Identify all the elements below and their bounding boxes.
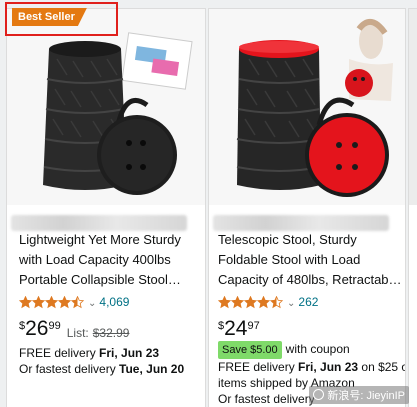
rating-count[interactable]: 262 [298, 295, 318, 309]
delivery-prefix: FREE delivery [218, 360, 299, 374]
rating-count[interactable]: 4,069 [99, 295, 129, 309]
list-price: $32.99 [92, 326, 130, 340]
delivery-date: Fri, Jun 23 [99, 346, 160, 360]
product-title-line-3[interactable]: Portable Collapsible Stool… [19, 271, 199, 289]
list-price-label: List: [66, 326, 89, 340]
telescopic-stool-image [236, 19, 393, 197]
product-title-line-2[interactable]: with Load Capacity 400lbs [19, 251, 199, 269]
chevron-down-icon: ⌄ [88, 298, 97, 309]
price-whole: 24 [224, 317, 248, 340]
rating-count-link[interactable]: ⌄ 262 [287, 295, 318, 309]
product-card-2[interactable]: Telescopic Stool, Sturdy Foldable Stool … [208, 8, 406, 407]
product-image-3[interactable] [409, 9, 417, 205]
product-title-line-1[interactable]: Telescopic Stool, Sturdy [218, 231, 402, 249]
star-rating-icon [19, 295, 85, 308]
coupon-text: with coupon [285, 342, 350, 356]
fastest-delivery-line: Or fastest delivery [218, 391, 315, 407]
watermark-logo-icon [313, 389, 325, 400]
rating-stars[interactable]: ⌄ 262 [218, 295, 318, 309]
product-image-1[interactable] [7, 9, 205, 205]
fastest-prefix: Or fastest delivery [19, 362, 120, 376]
price-whole: 26 [25, 317, 49, 340]
price: $ 24 97 [218, 317, 260, 341]
delivery-suffix: on $25 of [361, 360, 405, 374]
watermark: 新浪号: JieyinIP [309, 386, 409, 404]
product-title-line-2[interactable]: Foldable Stool with Load [218, 251, 402, 269]
product-image-2[interactable] [209, 9, 405, 205]
delivery-line: FREE delivery Fri, Jun 23 [19, 345, 159, 361]
chevron-down-icon: ⌄ [287, 298, 296, 309]
fastest-prefix: Or fastest delivery [218, 392, 315, 406]
product-title-line-1[interactable]: Lightweight Yet More Sturdy [19, 231, 199, 249]
delivery-date: Fri, Jun 23 [298, 360, 359, 374]
product-card-1[interactable]: Lightweight Yet More Sturdy with Load Ca… [6, 8, 206, 407]
collapsible-stool-image [43, 32, 193, 195]
blurred-sponsor-line [213, 215, 389, 231]
blurred-sponsor-line [11, 215, 187, 231]
delivery-prefix: FREE delivery [19, 346, 100, 360]
star-rating-icon [218, 295, 284, 308]
price: $ 26 99 List: $32.99 [19, 317, 129, 341]
product-card-3[interactable] [408, 8, 417, 407]
rating-stars[interactable]: ⌄ 4,069 [19, 295, 129, 309]
highlight-annotation-box [5, 2, 118, 36]
product-title-line-3[interactable]: Capacity of 480lbs, Retractable… [218, 271, 402, 289]
price-fraction: 97 [247, 320, 260, 332]
watermark-text: 新浪号: JieyinIP [327, 390, 405, 402]
coupon-badge[interactable]: Save $5.00 [218, 341, 282, 359]
delivery-line: FREE delivery Fri, Jun 23 on $25 of [218, 359, 405, 375]
fastest-date: Tue, Jun 20 [119, 362, 185, 376]
price-fraction: 99 [48, 320, 61, 332]
fastest-delivery-line: Or fastest delivery Tue, Jun 20 [19, 361, 184, 377]
coupon-line[interactable]: Save $5.00 with coupon [218, 341, 350, 359]
rating-count-link[interactable]: ⌄ 4,069 [88, 295, 129, 309]
